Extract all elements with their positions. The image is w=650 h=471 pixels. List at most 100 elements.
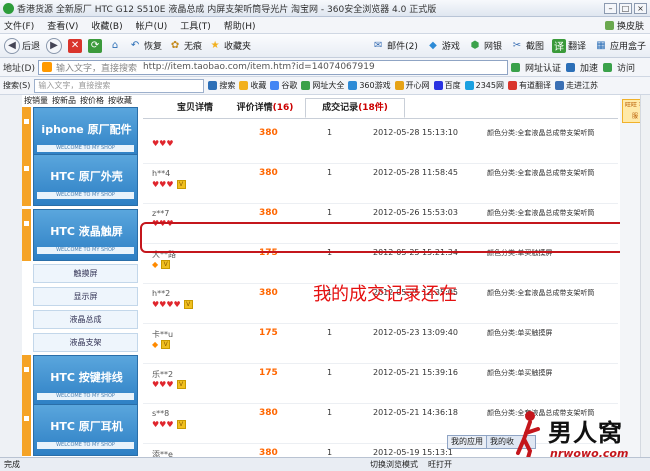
table-row: 乐**2 ♥ ♥ ♥ V 175 1 2012-05-21 15:39:16 颜色分类:单买触摸…: [143, 364, 618, 404]
forward-arrow-icon[interactable]: ▶: [46, 37, 63, 54]
menu-favorites[interactable]: 收藏(B): [91, 19, 122, 32]
back-button[interactable]: ◀ 后退: [4, 37, 40, 54]
buyer-name[interactable]: z**7: [152, 209, 169, 218]
heart-icon: ♥: [152, 139, 160, 148]
subcategory-display[interactable]: 显示屏: [33, 287, 138, 306]
search-icon: [208, 81, 218, 90]
annotation-text: 我的成交记录还在: [313, 284, 457, 305]
item-spec: 颜色分类:全套液晶总成带支架听筒: [487, 209, 595, 217]
fav-kaixin[interactable]: 开心网: [394, 80, 430, 91]
fav-directory[interactable]: 网址大全: [301, 80, 344, 91]
item-spec: 颜色分类:全套液晶总成带支架听筒: [487, 129, 595, 137]
sort-by-sales[interactable]: 按销量: [24, 95, 48, 105]
sort-by-price[interactable]: 按价格: [80, 95, 104, 105]
subcategory-lcd-frame[interactable]: 液晶支架: [33, 333, 138, 352]
table-row: z**7 ♥ ♥ ♥ 380 1 2012-05-26 15:53:03 颜色分类:全套液晶总…: [143, 204, 618, 244]
go-button[interactable]: 访问: [617, 61, 635, 74]
address-bar: 地址(D) 输入文字，直接搜索 http://item.taobao.com/i…: [0, 58, 650, 77]
url-input[interactable]: 输入文字，直接搜索 http://item.taobao.com/item.ht…: [37, 59, 508, 75]
sort-by-new[interactable]: 按新品: [52, 95, 76, 105]
restore-button[interactable]: ↶ 恢复: [128, 39, 162, 53]
wangwang-status[interactable]: 旺打开: [428, 459, 452, 470]
tab-transaction-records[interactable]: 成交记录(18件): [305, 98, 405, 118]
price-value: 380: [259, 448, 278, 457]
buyer-name[interactable]: s**8: [152, 409, 169, 418]
search-button[interactable]: 搜索: [208, 80, 235, 91]
games-button[interactable]: ◆ 游戏: [426, 39, 460, 53]
buyer-credit-badge: ♥ ♥ ♥: [152, 220, 174, 228]
favorites-button[interactable]: ★ 收藏夹: [208, 39, 252, 53]
detail-tabs: 宝贝详情 评价详情(16) 成交记录(18件): [143, 95, 618, 119]
heart-icon: ♥: [159, 219, 167, 228]
vip-icon: V: [161, 340, 171, 349]
category-htc-case[interactable]: HTC 原厂外壳 WELCOME TO MY SHOP: [22, 154, 138, 206]
close-button[interactable]: ×: [634, 2, 647, 14]
price-value: 380: [259, 168, 278, 178]
category-htc-lcd[interactable]: HTC 液晶触屏 WELCOME TO MY SHOP: [22, 209, 138, 261]
search-label: 搜索(S): [3, 81, 31, 90]
stop-icon[interactable]: ✕: [68, 38, 83, 53]
game-icon: [348, 81, 358, 90]
home-icon[interactable]: ⌂: [108, 39, 122, 53]
apps-button[interactable]: ▦ 应用盒子: [594, 39, 646, 53]
browse-mode-toggle[interactable]: 切换浏览模式: [370, 459, 418, 470]
url-placeholder: 输入文字，直接搜索: [55, 63, 137, 74]
table-row: ♥ ♥ ♥ 380 1 2012-05-28 15:13:10 颜色分类:全套液晶总成带支架…: [143, 124, 618, 164]
buyer-credit-badge: ♥ ♥ ♥ V: [152, 180, 186, 189]
subcategory-touchscreen[interactable]: 触摸屏: [33, 264, 138, 283]
fav-youdao[interactable]: 有道翻译: [507, 80, 551, 91]
mail-button[interactable]: ✉ 邮件(2): [371, 39, 418, 53]
vertical-scrollbar[interactable]: [640, 95, 650, 457]
search-input[interactable]: 输入文字，直接搜索: [34, 78, 205, 93]
mail-icon: ✉: [373, 40, 383, 51]
netbank-button[interactable]: ⬢ 网银: [468, 39, 502, 53]
change-skin-link[interactable]: 换皮肤: [617, 19, 644, 32]
buyer-name[interactable]: h**2: [152, 289, 170, 298]
site-verify-link[interactable]: 网址认证: [525, 61, 561, 74]
fav-jiangsu[interactable]: 走进江苏: [554, 80, 598, 91]
menu-account[interactable]: 帐户(U): [136, 19, 168, 32]
price-value: 380: [259, 208, 278, 218]
quantity-value: 1: [327, 408, 333, 417]
menu-view[interactable]: 查看(V): [47, 19, 78, 32]
fav-google[interactable]: 谷歌: [270, 80, 297, 91]
taobao-favicon-icon: [41, 62, 52, 72]
heart-icon: ♥: [166, 379, 174, 389]
buyer-name[interactable]: h**4: [152, 169, 170, 178]
favs-button[interactable]: 收藏: [239, 80, 266, 91]
refresh-icon[interactable]: ⟳: [88, 38, 103, 53]
buyer-name[interactable]: 大**路: [152, 249, 176, 260]
star-icon: [239, 81, 249, 90]
buyer-name[interactable]: 乐**2: [152, 369, 173, 380]
subcategory-lcd-assembly[interactable]: 液晶总成: [33, 310, 138, 329]
fav-baidu[interactable]: 百度: [433, 80, 461, 91]
heart-icon: ♥: [152, 299, 160, 309]
menu-help[interactable]: 帮助(H): [224, 19, 256, 32]
maximize-button[interactable]: □: [619, 2, 632, 14]
fav-360games[interactable]: 360游戏: [348, 80, 391, 91]
sort-by-favorites[interactable]: 按收藏: [108, 95, 132, 105]
category-htc-buttons[interactable]: HTC 按键排线 WELCOME TO MY SHOP: [22, 355, 138, 407]
incognito-button[interactable]: ✿ 无痕: [168, 39, 202, 53]
price-value: 175: [259, 248, 278, 258]
buyer-name[interactable]: 卡**u: [152, 329, 173, 340]
buyer-credit-badge: ♥ ♥ ♥ ♥ V: [152, 300, 193, 309]
screenshot-button[interactable]: ✂ 截图: [510, 39, 544, 53]
vip-icon: V: [161, 260, 171, 269]
toolbar: ◀ 后退 ▶ ✕ ⟳ ⌂ ↶ 恢复 ✿ 无痕 ★ 收藏夹 ✉ 邮件(2) ◆ 游…: [0, 34, 650, 58]
category-iphone-parts[interactable]: iphone 原厂配件 WELCOME TO MY SHOP: [22, 107, 138, 159]
menu-tools[interactable]: 工具(T): [180, 19, 211, 32]
heart-icon: ♥: [159, 379, 167, 389]
translate-button[interactable]: 译 翻译: [551, 38, 586, 53]
tab-reviews[interactable]: 评价详情(16): [225, 99, 305, 119]
heart-icon: ♥: [152, 219, 160, 228]
buyer-name[interactable]: 添**e: [152, 449, 173, 457]
transaction-time: 2012-05-21 15:39:16: [373, 368, 458, 377]
quantity-value: 1: [327, 448, 333, 457]
tab-item-detail[interactable]: 宝贝详情: [155, 99, 235, 119]
speedup-link[interactable]: 加速: [580, 61, 598, 74]
minimize-button[interactable]: –: [604, 2, 617, 14]
category-htc-earphones[interactable]: HTC 原厂耳机 WELCOME TO MY SHOP: [22, 404, 138, 456]
menu-file[interactable]: 文件(F): [4, 19, 34, 32]
fav-2345[interactable]: 2345网: [464, 80, 504, 91]
